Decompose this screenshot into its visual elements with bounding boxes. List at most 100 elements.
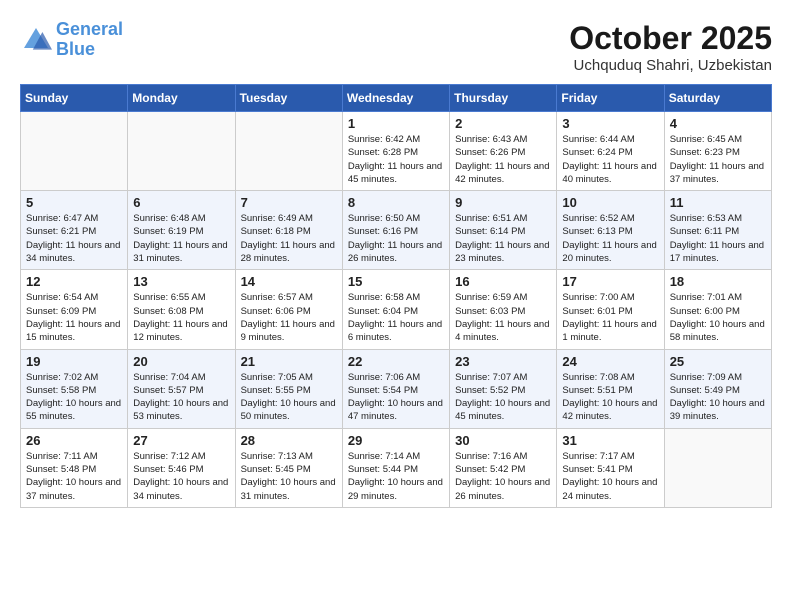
day-number: 29 xyxy=(348,433,444,448)
day-info: Sunrise: 6:45 AMSunset: 6:23 PMDaylight:… xyxy=(670,133,766,186)
calendar-day-cell: 21Sunrise: 7:05 AMSunset: 5:55 PMDayligh… xyxy=(235,349,342,428)
day-info: Sunrise: 7:09 AMSunset: 5:49 PMDaylight:… xyxy=(670,371,766,424)
day-number: 14 xyxy=(241,274,337,289)
day-info: Sunrise: 7:12 AMSunset: 5:46 PMDaylight:… xyxy=(133,450,229,503)
day-info: Sunrise: 6:55 AMSunset: 6:08 PMDaylight:… xyxy=(133,291,229,344)
day-number: 26 xyxy=(26,433,122,448)
day-number: 8 xyxy=(348,195,444,210)
day-info: Sunrise: 6:54 AMSunset: 6:09 PMDaylight:… xyxy=(26,291,122,344)
logo: General Blue xyxy=(20,20,123,60)
calendar-day-cell: 19 Sunrise: 7:02 AMSunset: 5:58 PMDayligh… xyxy=(21,349,128,428)
day-number: 9 xyxy=(455,195,551,210)
day-info: Sunrise: 7:00 AMSunset: 6:01 PMDaylight:… xyxy=(562,291,658,344)
day-info: Sunrise: 6:53 AMSunset: 6:11 PMDaylight:… xyxy=(670,212,766,265)
calendar-day-cell: 11 Sunrise: 6:53 AMSunset: 6:11 PMDayligh… xyxy=(664,191,771,270)
calendar-day-cell: 14Sunrise: 6:57 AMSunset: 6:06 PMDayligh… xyxy=(235,270,342,349)
day-info: Sunrise: 6:44 AMSunset: 6:24 PMDaylight:… xyxy=(562,133,658,186)
calendar-day-cell: 13 Sunrise: 6:55 AMSunset: 6:08 PMDayligh… xyxy=(128,270,235,349)
page-header: General Blue October 2025 Uchquduq Shahr… xyxy=(20,20,772,74)
day-number: 16 xyxy=(455,274,551,289)
day-number: 11 xyxy=(670,195,766,210)
calendar-day-cell xyxy=(664,428,771,507)
day-info: Sunrise: 7:14 AMSunset: 5:44 PMDaylight:… xyxy=(348,450,444,503)
day-number: 25 xyxy=(670,354,766,369)
day-number: 3 xyxy=(562,116,658,131)
day-number: 18 xyxy=(670,274,766,289)
calendar-week-row: 1Sunrise: 6:42 AMSunset: 6:28 PMDaylight… xyxy=(21,112,772,191)
calendar-day-cell: 4Sunrise: 6:45 AMSunset: 6:23 PMDaylight… xyxy=(664,112,771,191)
calendar-day-cell: 9 Sunrise: 6:51 AMSunset: 6:14 PMDaylight… xyxy=(450,191,557,270)
calendar-day-cell: 25 Sunrise: 7:09 AMSunset: 5:49 PMDayligh… xyxy=(664,349,771,428)
day-info: Sunrise: 7:02 AMSunset: 5:58 PMDaylight:… xyxy=(26,371,122,424)
day-info: Sunrise: 6:58 AMSunset: 6:04 PMDaylight:… xyxy=(348,291,444,344)
calendar-week-row: 12 Sunrise: 6:54 AMSunset: 6:09 PMDayligh… xyxy=(21,270,772,349)
day-info: Sunrise: 6:51 AMSunset: 6:14 PMDaylight:… xyxy=(455,212,551,265)
calendar-day-cell: 2 Sunrise: 6:43 AMSunset: 6:26 PMDaylight… xyxy=(450,112,557,191)
weekday-header: Friday xyxy=(557,85,664,112)
calendar-day-cell: 7 Sunrise: 6:49 AMSunset: 6:18 PMDaylight… xyxy=(235,191,342,270)
day-info: Sunrise: 6:42 AMSunset: 6:28 PMDaylight:… xyxy=(348,133,444,186)
calendar-day-cell xyxy=(21,112,128,191)
day-number: 17 xyxy=(562,274,658,289)
calendar-week-row: 19 Sunrise: 7:02 AMSunset: 5:58 PMDayligh… xyxy=(21,349,772,428)
day-info: Sunrise: 6:52 AMSunset: 6:13 PMDaylight:… xyxy=(562,212,658,265)
day-info: Sunrise: 6:50 AMSunset: 6:16 PMDaylight:… xyxy=(348,212,444,265)
day-number: 13 xyxy=(133,274,229,289)
weekday-header: Thursday xyxy=(450,85,557,112)
calendar-day-cell: 15 Sunrise: 6:58 AMSunset: 6:04 PMDayligh… xyxy=(342,270,449,349)
day-info: Sunrise: 7:01 AMSunset: 6:00 PMDaylight:… xyxy=(670,291,766,344)
calendar-day-cell: 23 Sunrise: 7:07 AMSunset: 5:52 PMDayligh… xyxy=(450,349,557,428)
calendar-day-cell: 29 Sunrise: 7:14 AMSunset: 5:44 PMDayligh… xyxy=(342,428,449,507)
calendar-day-cell: 31 Sunrise: 7:17 AMSunset: 5:41 PMDayligh… xyxy=(557,428,664,507)
day-number: 12 xyxy=(26,274,122,289)
calendar-day-cell: 30Sunrise: 7:16 AMSunset: 5:42 PMDayligh… xyxy=(450,428,557,507)
calendar-day-cell xyxy=(235,112,342,191)
calendar-day-cell: 24Sunrise: 7:08 AMSunset: 5:51 PMDayligh… xyxy=(557,349,664,428)
day-number: 30 xyxy=(455,433,551,448)
day-info: Sunrise: 7:07 AMSunset: 5:52 PMDaylight:… xyxy=(455,371,551,424)
calendar-week-row: 5 Sunrise: 6:47 AMSunset: 6:21 PMDaylight… xyxy=(21,191,772,270)
calendar-day-cell: 18 Sunrise: 7:01 AMSunset: 6:00 PMDayligh… xyxy=(664,270,771,349)
day-number: 15 xyxy=(348,274,444,289)
calendar-day-cell: 5 Sunrise: 6:47 AMSunset: 6:21 PMDaylight… xyxy=(21,191,128,270)
day-number: 7 xyxy=(241,195,337,210)
day-info: Sunrise: 7:13 AMSunset: 5:45 PMDaylight:… xyxy=(241,450,337,503)
weekday-header: Monday xyxy=(128,85,235,112)
day-number: 6 xyxy=(133,195,229,210)
day-number: 19 xyxy=(26,354,122,369)
day-number: 10 xyxy=(562,195,658,210)
weekday-header: Saturday xyxy=(664,85,771,112)
day-number: 5 xyxy=(26,195,122,210)
day-info: Sunrise: 6:48 AMSunset: 6:19 PMDaylight:… xyxy=(133,212,229,265)
day-info: Sunrise: 7:06 AMSunset: 5:54 PMDaylight:… xyxy=(348,371,444,424)
day-info: Sunrise: 7:08 AMSunset: 5:51 PMDaylight:… xyxy=(562,371,658,424)
day-info: Sunrise: 7:05 AMSunset: 5:55 PMDaylight:… xyxy=(241,371,337,424)
calendar-header-row: SundayMondayTuesdayWednesdayThursdayFrid… xyxy=(21,85,772,112)
calendar-day-cell: 27Sunrise: 7:12 AMSunset: 5:46 PMDayligh… xyxy=(128,428,235,507)
day-number: 2 xyxy=(455,116,551,131)
day-info: Sunrise: 6:49 AMSunset: 6:18 PMDaylight:… xyxy=(241,212,337,265)
calendar-day-cell: 12 Sunrise: 6:54 AMSunset: 6:09 PMDayligh… xyxy=(21,270,128,349)
calendar-day-cell: 28Sunrise: 7:13 AMSunset: 5:45 PMDayligh… xyxy=(235,428,342,507)
day-number: 23 xyxy=(455,354,551,369)
calendar-day-cell xyxy=(128,112,235,191)
day-info: Sunrise: 6:43 AMSunset: 6:26 PMDaylight:… xyxy=(455,133,551,186)
day-info: Sunrise: 6:47 AMSunset: 6:21 PMDaylight:… xyxy=(26,212,122,265)
day-info: Sunrise: 7:04 AMSunset: 5:57 PMDaylight:… xyxy=(133,371,229,424)
day-number: 22 xyxy=(348,354,444,369)
logo-text: General Blue xyxy=(56,20,123,60)
weekday-header: Sunday xyxy=(21,85,128,112)
calendar-day-cell: 16Sunrise: 6:59 AMSunset: 6:03 PMDayligh… xyxy=(450,270,557,349)
logo-line1: General xyxy=(56,19,123,39)
calendar-day-cell: 10 Sunrise: 6:52 AMSunset: 6:13 PMDayligh… xyxy=(557,191,664,270)
month-title: October 2025 xyxy=(569,20,772,57)
calendar-table: SundayMondayTuesdayWednesdayThursdayFrid… xyxy=(20,84,772,508)
day-number: 31 xyxy=(562,433,658,448)
day-info: Sunrise: 7:17 AMSunset: 5:41 PMDaylight:… xyxy=(562,450,658,503)
calendar-day-cell: 26 Sunrise: 7:11 AMSunset: 5:48 PMDayligh… xyxy=(21,428,128,507)
day-info: Sunrise: 7:11 AMSunset: 5:48 PMDaylight:… xyxy=(26,450,122,503)
logo-line2: Blue xyxy=(56,39,95,59)
calendar-day-cell: 8 Sunrise: 6:50 AMSunset: 6:16 PMDaylight… xyxy=(342,191,449,270)
calendar-week-row: 26 Sunrise: 7:11 AMSunset: 5:48 PMDayligh… xyxy=(21,428,772,507)
calendar-day-cell: 22 Sunrise: 7:06 AMSunset: 5:54 PMDayligh… xyxy=(342,349,449,428)
